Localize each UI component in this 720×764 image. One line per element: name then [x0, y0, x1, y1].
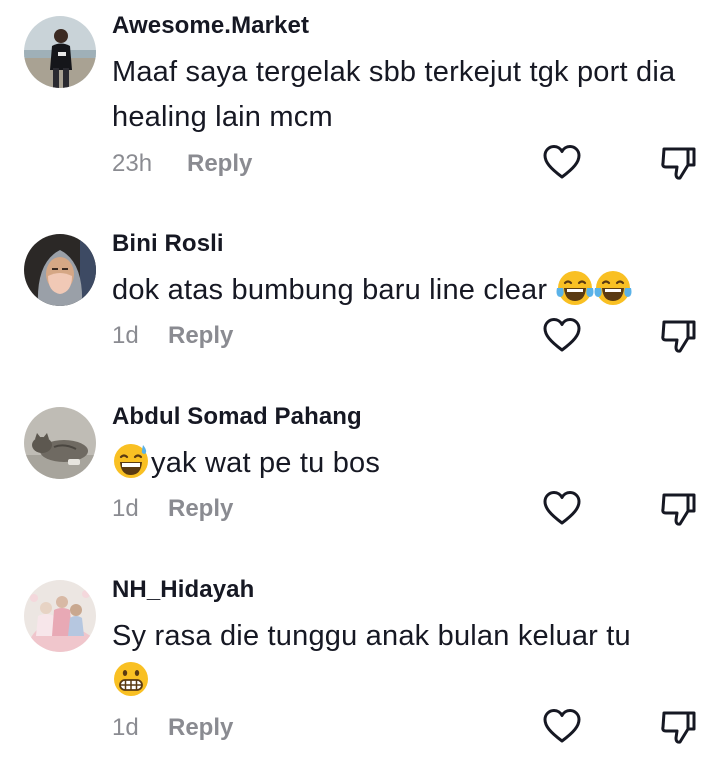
comment-author[interactable]: Abdul Somad Pahang	[112, 403, 362, 431]
comment-timestamp: 1d	[112, 322, 139, 349]
dislike-button[interactable]	[658, 707, 698, 747]
comment-timestamp: 23h	[112, 150, 153, 177]
dislike-button[interactable]	[658, 316, 698, 356]
avatar-man-beach-icon	[24, 16, 96, 88]
laughing-crying-emoji-icon	[594, 269, 632, 307]
heart-outline-icon	[543, 491, 581, 525]
avatar[interactable]	[24, 234, 96, 306]
grimacing-emoji-icon	[112, 660, 150, 698]
heart-outline-icon	[543, 318, 581, 352]
like-button[interactable]	[542, 489, 582, 529]
comment-text: dok atas bumbung baru line clear	[112, 268, 682, 313]
heart-outline-icon	[543, 145, 581, 179]
comment-text-content: Sy rasa die tunggu anak bulan keluar tu	[112, 620, 631, 652]
reply-button[interactable]: Reply	[168, 495, 233, 523]
like-button[interactable]	[542, 707, 582, 747]
laughing-crying-emoji-icon	[556, 269, 594, 307]
heart-outline-icon	[543, 709, 581, 743]
grinning-sweat-emoji-icon	[112, 442, 150, 480]
thumbs-down-outline-icon	[661, 711, 696, 744]
thumbs-down-outline-icon	[661, 147, 696, 180]
comment-text: Maaf saya tergelak sbb terkejut tgk port…	[112, 50, 682, 140]
avatar[interactable]	[24, 16, 96, 88]
comment-timestamp: 1d	[112, 714, 139, 741]
comment-timestamp: 1d	[112, 495, 139, 522]
like-button[interactable]	[542, 143, 582, 183]
comment-text-content: Maaf saya tergelak sbb terkejut tgk port…	[112, 56, 676, 133]
comment-text: Sy rasa die tunggu anak bulan keluar tu	[112, 614, 682, 704]
avatar-cat-icon	[24, 407, 96, 479]
comment-text-content: dok atas bumbung baru line clear	[112, 274, 548, 306]
thumbs-down-outline-icon	[661, 320, 696, 353]
reply-button[interactable]: Reply	[187, 150, 252, 178]
like-button[interactable]	[542, 316, 582, 356]
avatar-family-photo-icon	[24, 580, 96, 652]
comment-author[interactable]: NH_Hidayah	[112, 576, 254, 604]
dislike-button[interactable]	[658, 143, 698, 183]
reply-button[interactable]: Reply	[168, 322, 233, 350]
reply-button[interactable]: Reply	[168, 714, 233, 742]
comment-text-content: yak wat pe tu bos	[151, 447, 381, 479]
comment-author[interactable]: Awesome.Market	[112, 12, 309, 40]
avatar-woman-hijab-mask-icon	[24, 234, 96, 306]
dislike-button[interactable]	[658, 489, 698, 529]
avatar[interactable]	[24, 407, 96, 479]
thumbs-down-outline-icon	[661, 493, 696, 526]
avatar[interactable]	[24, 580, 96, 652]
comment-text: yak wat pe tu bos	[112, 441, 682, 486]
comment-author[interactable]: Bini Rosli	[112, 230, 224, 258]
